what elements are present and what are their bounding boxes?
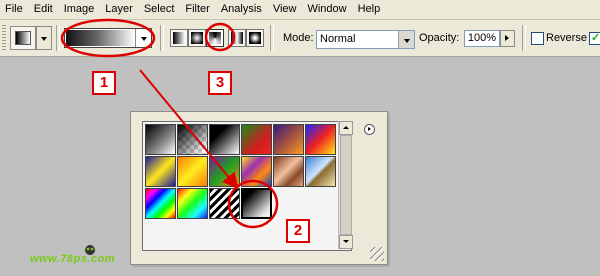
menu-bar: File Edit Image Layer Select Filter Anal… — [0, 0, 600, 20]
gradient-picker[interactable] — [64, 28, 152, 48]
annotation-label-2: 2 — [286, 219, 310, 243]
menu-image[interactable]: Image — [59, 0, 101, 19]
tool-preset-button[interactable] — [10, 26, 36, 50]
gradient-swatch-copper[interactable] — [273, 156, 304, 187]
gradient-swatch-transparent-rainbow[interactable] — [177, 188, 208, 219]
mode-select[interactable]: Normal — [316, 30, 415, 49]
options-separator — [56, 25, 60, 51]
chevron-down-icon — [41, 37, 47, 41]
gradient-swatch-blue-yellow-blue[interactable] — [145, 156, 176, 187]
annotation-label-1: 1 — [92, 71, 116, 95]
opacity-input[interactable]: 100% — [464, 30, 500, 47]
opacity-slider-button[interactable] — [500, 30, 515, 47]
gradient-swatch-foreground-to-transparent[interactable] — [177, 124, 208, 155]
diamond-gradient-button[interactable] — [246, 29, 264, 47]
gradient-swatch-red-green[interactable] — [241, 124, 272, 155]
menu-filter[interactable]: Filter — [180, 0, 215, 19]
chevron-down-icon — [403, 38, 410, 43]
checkmark-icon: ✓ — [591, 32, 600, 44]
menu-view[interactable]: View — [268, 0, 303, 19]
options-separator — [522, 25, 526, 51]
chevron-up-icon — [343, 126, 349, 129]
gradient-preset-grid — [142, 121, 352, 251]
menu-file[interactable]: File — [0, 0, 29, 19]
panel-menu-button[interactable] — [364, 124, 375, 135]
linear-gradient-icon — [173, 32, 185, 44]
options-bar: Mode: Normal Opacity: 100% Reverse ✓ — [0, 20, 600, 57]
reflected-gradient-button[interactable] — [228, 29, 246, 47]
preset-scrollbar[interactable] — [338, 121, 353, 249]
chevron-right-icon — [505, 35, 509, 41]
chevron-down-icon — [343, 240, 349, 243]
diamond-gradient-icon — [249, 32, 261, 44]
gradient-swatch-foreground-to-background[interactable] — [145, 124, 176, 155]
menu-select[interactable]: Select — [139, 0, 181, 19]
mode-value: Normal — [320, 33, 356, 45]
watermark-text: www.78ps.com — [30, 253, 116, 265]
reflected-gradient-icon — [231, 32, 243, 44]
linear-gradient-button[interactable] — [170, 29, 188, 47]
gradient-swatch-blue-red-yellow[interactable] — [305, 124, 336, 155]
gradient-swatch-yellow-violet-orange-blue[interactable] — [241, 156, 272, 187]
gradient-picker-dropdown[interactable] — [135, 29, 151, 47]
annotation-label-3: 3 — [208, 71, 232, 95]
menu-window[interactable]: Window — [302, 0, 352, 19]
menu-help[interactable]: Help — [353, 0, 387, 19]
gradient-swatch-violet-green-orange[interactable] — [209, 156, 240, 187]
options-separator — [270, 25, 274, 51]
dither-checkbox[interactable]: ✓ — [589, 32, 600, 45]
mode-label: Mode: — [283, 32, 314, 44]
chevron-down-icon — [140, 37, 147, 41]
menu-layer[interactable]: Layer — [100, 0, 139, 19]
menu-edit[interactable]: Edit — [29, 0, 59, 19]
panel-resize-grip[interactable] — [370, 247, 384, 261]
gradient-preview[interactable] — [66, 30, 135, 46]
scroll-thumb[interactable] — [340, 135, 352, 235]
reverse-checkbox[interactable] — [531, 32, 544, 45]
gradient-tool-icon — [15, 31, 31, 45]
options-bar-grip[interactable] — [2, 25, 6, 51]
opacity-label: Opacity: — [419, 32, 460, 44]
mode-dropdown-button[interactable] — [398, 31, 414, 48]
gradient-swatch-transparent-stripes[interactable] — [209, 188, 240, 219]
scroll-down-button[interactable] — [339, 235, 353, 249]
panel-menu-arrow-icon — [368, 127, 371, 131]
gradient-swatch-chrome[interactable] — [305, 156, 336, 187]
radial-gradient-button[interactable] — [188, 29, 206, 47]
gradient-swatch-orange-yellow-orange[interactable] — [177, 156, 208, 187]
scroll-up-button[interactable] — [339, 121, 353, 135]
gradient-swatch-spectrum[interactable] — [145, 188, 176, 219]
gradient-swatch-black-white[interactable] — [209, 124, 240, 155]
tool-preset-dropdown[interactable] — [36, 26, 52, 50]
menu-analysis[interactable]: Analysis — [216, 0, 268, 19]
radial-gradient-icon — [191, 32, 203, 44]
angle-gradient-icon — [209, 32, 221, 44]
gradient-swatch-black-white-custom[interactable] — [240, 187, 273, 220]
reverse-label: Reverse — [546, 32, 587, 44]
angle-gradient-button[interactable] — [206, 29, 224, 47]
gradient-preset-panel — [130, 111, 388, 265]
options-separator — [160, 25, 164, 51]
gradient-swatch-violet-orange[interactable] — [273, 124, 304, 155]
